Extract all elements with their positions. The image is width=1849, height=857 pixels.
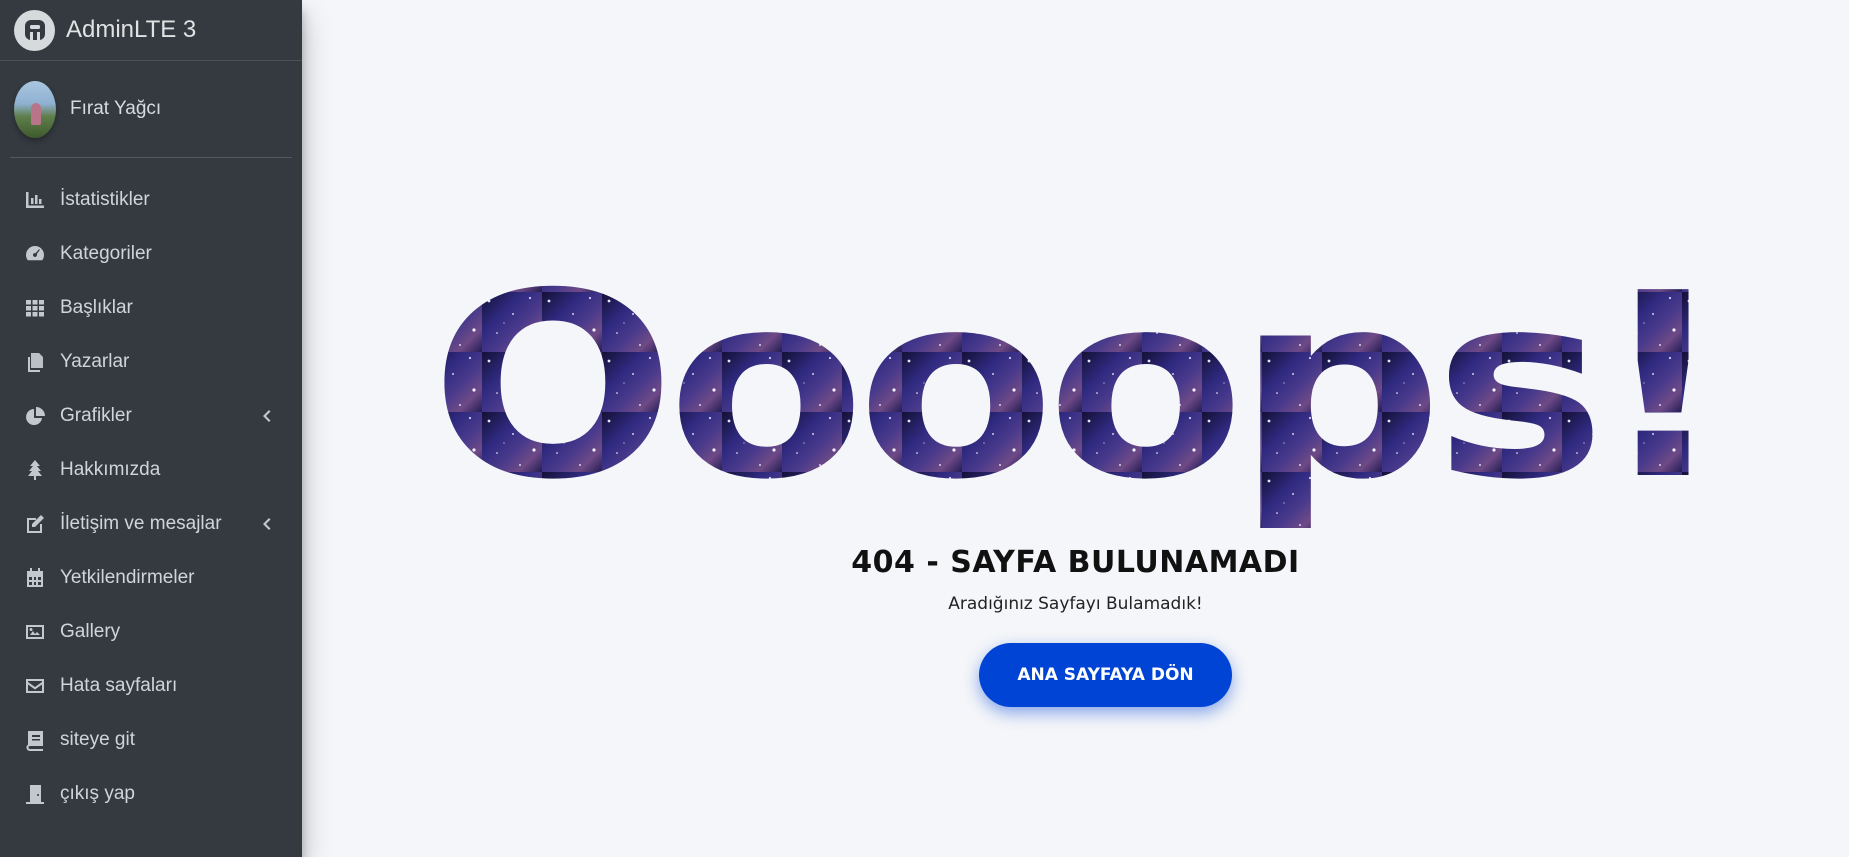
oops-text: Oooops!	[430, 239, 1720, 536]
sidebar-item-istatistikler[interactable]: İstatistikler	[0, 173, 302, 227]
sidebar-item-label: çıkış yap	[60, 783, 135, 804]
sidebar-item-label: İletişim ve mesajlar	[60, 513, 222, 534]
sidebar-item-hata-sayfalari[interactable]: Hata sayfaları	[0, 659, 302, 713]
bar-chart-icon	[22, 189, 48, 211]
error-subtitle: Aradığınız Sayfayı Bulamadık!	[948, 594, 1203, 614]
avatar	[14, 80, 56, 138]
adminlte-logo-icon	[14, 9, 55, 51]
sidebar-item-hakkimizda[interactable]: Hakkımızda	[0, 443, 302, 497]
sidebar-item-yazarlar[interactable]: Yazarlar	[0, 335, 302, 389]
sidebar-item-label: İstatistikler	[60, 189, 150, 210]
calendar-icon	[22, 567, 48, 589]
tachometer-icon	[22, 243, 48, 265]
oops-headline: Oooops!	[302, 232, 1849, 542]
sidebar-item-label: Hata sayfaları	[60, 675, 178, 696]
edit-icon	[22, 513, 48, 535]
sidebar-nav: İstatistikler Kategoriler Başlıklar Yaza…	[0, 173, 302, 821]
envelope-icon	[22, 675, 48, 697]
sidebar-item-iletisim[interactable]: İletişim ve mesajlar	[0, 497, 302, 551]
sidebar-item-basliklar[interactable]: Başlıklar	[0, 281, 302, 335]
sidebar-item-yetkilendirmeler[interactable]: Yetkilendirmeler	[0, 551, 302, 605]
book-icon	[22, 729, 48, 751]
chevron-left-icon[interactable]	[260, 516, 272, 532]
sidebar-item-label: Grafikler	[60, 405, 132, 426]
sidebar-item-label: Hakkımızda	[60, 459, 161, 480]
user-name[interactable]: Fırat Yağcı	[70, 98, 161, 120]
home-button[interactable]: ANA SAYFAYA DÖN	[979, 643, 1232, 707]
brand-link[interactable]: AdminLTE 3	[0, 0, 302, 61]
sidebar-item-label: Başlıklar	[60, 297, 133, 318]
sidebar-item-label: Yetkilendirmeler	[60, 567, 195, 588]
sidebar-item-label: Kategoriler	[60, 243, 152, 264]
user-panel[interactable]: Fırat Yağcı	[10, 61, 292, 158]
door-icon	[22, 783, 48, 805]
sidebar-item-grafikler[interactable]: Grafikler	[0, 389, 302, 443]
sidebar-item-cikis-yap[interactable]: çıkış yap	[0, 767, 302, 821]
brand-title: AdminLTE 3	[66, 16, 197, 43]
sidebar: AdminLTE 3 Fırat Yağcı İstatistikler Kat…	[0, 0, 302, 857]
copy-icon	[22, 351, 48, 373]
sidebar-item-label: Yazarlar	[60, 351, 130, 372]
sidebar-item-label: siteye git	[60, 729, 135, 750]
sidebar-item-label: Gallery	[60, 621, 121, 642]
error-title: 404 - SAYFA BULUNAMADI	[851, 545, 1300, 580]
sidebar-item-gallery[interactable]: Gallery	[0, 605, 302, 659]
pie-chart-icon	[22, 405, 48, 427]
grid-icon	[22, 297, 48, 319]
image-icon	[22, 621, 48, 643]
tree-icon	[22, 459, 48, 481]
sidebar-item-siteye-git[interactable]: siteye git	[0, 713, 302, 767]
chevron-left-icon[interactable]	[260, 408, 272, 424]
main-content: Oooops! 404 - SAYFA BULUNAMADI Aradığını…	[302, 0, 1849, 857]
sidebar-item-kategoriler[interactable]: Kategoriler	[0, 227, 302, 281]
